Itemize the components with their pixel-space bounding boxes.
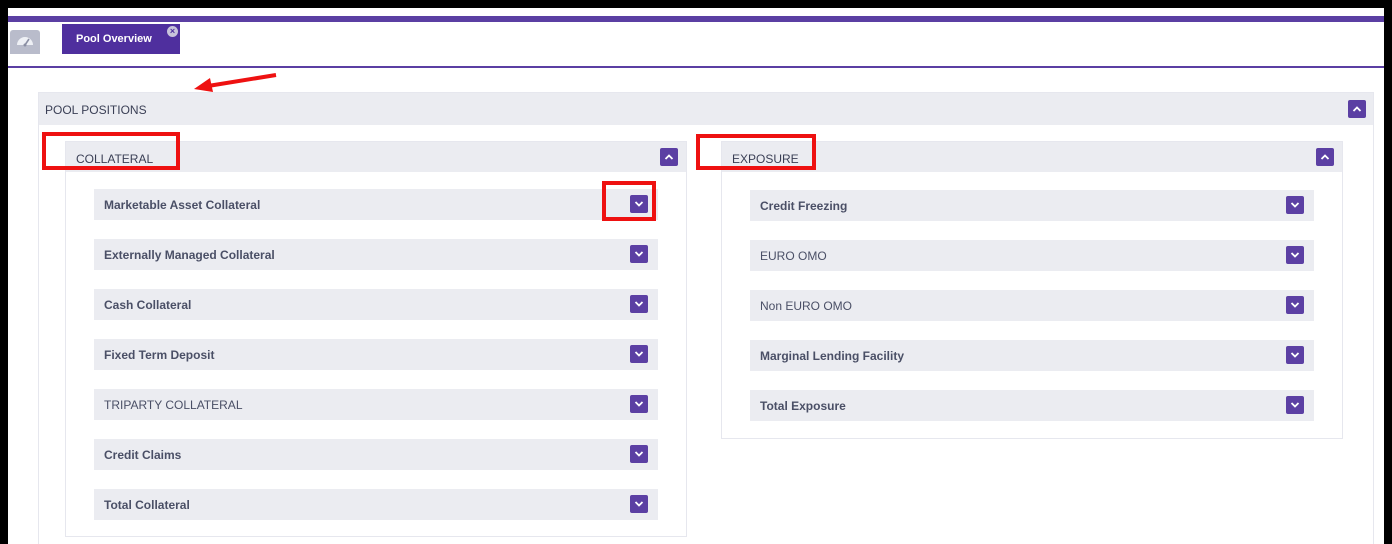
tab-bar (8, 22, 1384, 68)
row-label: Cash Collateral (104, 298, 192, 312)
exposure-row-non-euro-omo[interactable]: Non EURO OMO (750, 290, 1314, 321)
chevron-down-icon[interactable] (630, 445, 648, 463)
chevron-down-icon[interactable] (1286, 296, 1304, 314)
exposure-panel: EXPOSURE Credit Freezing EURO OMO Non EU… (721, 141, 1343, 439)
chevron-down-icon[interactable] (1286, 396, 1304, 414)
exposure-row-credit-freezing[interactable]: Credit Freezing (750, 190, 1314, 221)
row-label: Marginal Lending Facility (760, 349, 905, 363)
collapse-icon[interactable] (1316, 148, 1334, 166)
tab-close-icon[interactable]: × (167, 26, 178, 37)
row-label: Credit Claims (104, 448, 182, 462)
chevron-down-icon[interactable] (630, 295, 648, 313)
exposure-row-marginal-lending[interactable]: Marginal Lending Facility (750, 340, 1314, 371)
chevron-down-icon[interactable] (1286, 196, 1304, 214)
row-label: Fixed Term Deposit (104, 348, 215, 362)
collateral-row-total[interactable]: Total Collateral (94, 489, 658, 520)
collateral-row-cash[interactable]: Cash Collateral (94, 289, 658, 320)
collapse-icon[interactable] (1348, 100, 1366, 118)
dashboard-icon (16, 33, 34, 52)
row-label: Non EURO OMO (760, 299, 853, 313)
app-window: Pool Overview × POOL POSITIONS COLLATERA… (8, 8, 1384, 544)
collateral-row-credit-claims[interactable]: Credit Claims (94, 439, 658, 470)
collateral-row-triparty[interactable]: TRIPARTY COLLATERAL (94, 389, 658, 420)
collateral-panel: COLLATERAL Marketable Asset Collateral E… (65, 141, 687, 537)
row-label: Total Collateral (104, 498, 190, 512)
highlight-box-collateral (42, 132, 180, 170)
tab-label: Pool Overview (76, 33, 152, 45)
pool-positions-title: POOL POSITIONS (45, 103, 147, 117)
chevron-down-icon[interactable] (630, 245, 648, 263)
chevron-down-icon[interactable] (630, 495, 648, 513)
chevron-down-icon[interactable] (1286, 246, 1304, 264)
chevron-down-icon[interactable] (1286, 346, 1304, 364)
home-tab[interactable] (10, 30, 40, 54)
exposure-row-euro-omo[interactable]: EURO OMO (750, 240, 1314, 271)
collapse-icon[interactable] (660, 148, 678, 166)
pool-positions-header[interactable]: POOL POSITIONS (39, 93, 1373, 125)
annotation-arrow (194, 73, 277, 92)
collateral-row-externally-managed[interactable]: Externally Managed Collateral (94, 239, 658, 270)
highlight-box-chevron (602, 181, 656, 221)
exposure-row-total[interactable]: Total Exposure (750, 390, 1314, 421)
row-label: Marketable Asset Collateral (104, 198, 261, 212)
highlight-box-exposure (696, 134, 816, 170)
chevron-down-icon[interactable] (630, 395, 648, 413)
row-label: Credit Freezing (760, 199, 848, 213)
chevron-down-icon[interactable] (630, 345, 648, 363)
row-label: EURO OMO (760, 249, 827, 263)
row-label: Externally Managed Collateral (104, 248, 275, 262)
collateral-row-marketable-asset[interactable]: Marketable Asset Collateral (94, 189, 658, 220)
tab-pool-overview[interactable]: Pool Overview × (62, 24, 180, 54)
row-label: Total Exposure (760, 399, 846, 413)
row-label: TRIPARTY COLLATERAL (104, 398, 243, 412)
collateral-row-fixed-term-deposit[interactable]: Fixed Term Deposit (94, 339, 658, 370)
